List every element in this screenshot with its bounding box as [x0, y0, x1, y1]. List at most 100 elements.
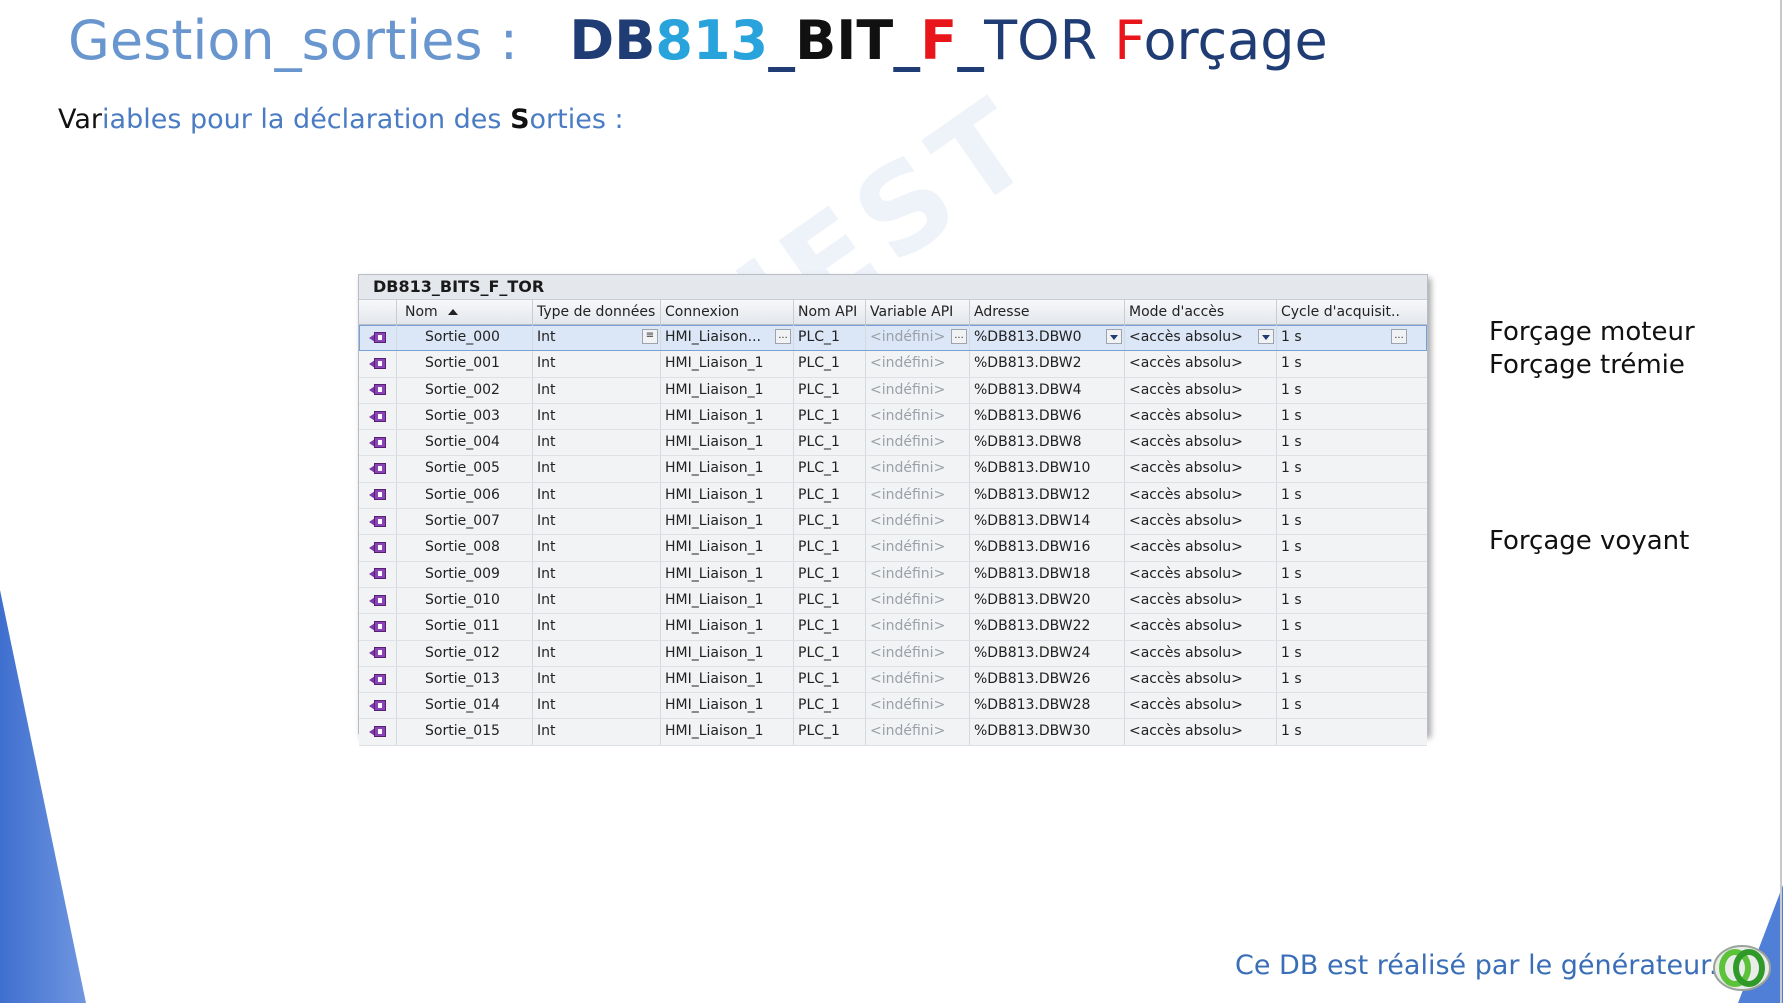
cell-adresse[interactable]: %DB813.DBW28: [970, 693, 1125, 719]
cell-connexion[interactable]: HMI_Liaison_1: [661, 403, 794, 430]
table-row[interactable]: Sortie_001 Int HMI_Liaison_1 PLC_1 <indéfini…: [359, 351, 1427, 378]
cell-mode-acces[interactable]: <accès absolu>: [1125, 561, 1277, 587]
cell-adresse[interactable]: %DB813.DBW18: [970, 561, 1125, 587]
header-nom-api[interactable]: Nom API: [794, 300, 866, 324]
table-row[interactable]: Sortie_003 Int HMI_Liaison_1 PLC_1 <indéfini…: [359, 403, 1427, 431]
cell-connexion[interactable]: HMI_Liaison_1: [661, 693, 794, 719]
ellipsis-button[interactable]: ...: [1391, 329, 1407, 344]
cell-cycle[interactable]: 1 s: [1277, 588, 1409, 613]
cell-type[interactable]: Int: [533, 509, 661, 535]
cell-nom-api[interactable]: PLC_1: [794, 377, 866, 403]
cell-mode-acces[interactable]: <accès absolu>: [1125, 719, 1277, 745]
cell-nom[interactable]: Sortie_001: [397, 351, 533, 377]
cell-adresse[interactable]: %DB813.DBW10: [970, 456, 1125, 482]
cell-nom[interactable]: Sortie_003: [397, 403, 533, 430]
cell-nom-api[interactable]: PLC_1: [794, 719, 866, 745]
ellipsis-button[interactable]: ...: [951, 329, 967, 344]
cell-adresse[interactable]: %DB813.DBW4: [970, 377, 1125, 403]
cell-connexion[interactable]: HMI_Liaison_1: [661, 377, 794, 403]
table-row[interactable]: Sortie_007 Int HMI_Liaison_1 PLC_1 <indéfini…: [359, 509, 1427, 536]
cell-nom[interactable]: Sortie_014: [397, 693, 533, 719]
cell-variable-api[interactable]: <indéfini>: [866, 693, 970, 719]
cell-type[interactable]: Int: [533, 587, 661, 614]
cell-adresse[interactable]: %DB813.DBW6: [970, 403, 1125, 430]
cell-type[interactable]: Int ≡: [533, 325, 661, 351]
cell-connexion[interactable]: HMI_Liaison_1: [661, 666, 794, 693]
table-row[interactable]: Sortie_015 Int HMI_Liaison_1 PLC_1 <indéfini…: [359, 719, 1427, 746]
cell-adresse[interactable]: %DB813.DBW16: [970, 535, 1125, 561]
cell-variable-api[interactable]: <indéfini>: [866, 719, 970, 745]
cell-connexion[interactable]: HMI_Liaison_1: [661, 719, 794, 745]
cell-cycle[interactable]: 1 s: [1277, 456, 1409, 481]
cell-type[interactable]: Int: [533, 666, 661, 693]
chevron-down-icon[interactable]: [1258, 329, 1274, 344]
cell-variable-api[interactable]: <indéfini>: [866, 403, 970, 430]
cell-variable-api[interactable]: <indéfini>: [866, 351, 970, 377]
cell-mode-acces[interactable]: <accès absolu>: [1125, 640, 1277, 666]
cell-variable-api[interactable]: <indéfini>: [866, 509, 970, 535]
cell-connexion[interactable]: HMI_Liaison_1: [661, 535, 794, 561]
cell-adresse[interactable]: %DB813.DBW2: [970, 351, 1125, 377]
cell-variable-api[interactable]: <indéfini>: [866, 561, 970, 587]
header-nom[interactable]: Nom: [397, 300, 533, 324]
cell-variable-api[interactable]: <indéfini>: [866, 640, 970, 666]
cell-mode-acces[interactable]: <accès absolu>: [1125, 587, 1277, 614]
table-row[interactable]: Sortie_012 Int HMI_Liaison_1 PLC_1 <indéfini…: [359, 640, 1427, 667]
header-adresse[interactable]: Adresse: [970, 300, 1125, 324]
cell-variable-api[interactable]: <indéfini>: [866, 587, 970, 614]
cell-variable-api[interactable]: <indéfini>...: [866, 325, 970, 351]
cell-type[interactable]: Int: [533, 403, 661, 430]
cell-nom-api[interactable]: PLC_1: [794, 587, 866, 614]
cell-nom-api[interactable]: PLC_1: [794, 693, 866, 719]
cell-connexion[interactable]: HMI_Liaison_1: [661, 482, 794, 509]
header-mode-acces[interactable]: Mode d'accès: [1125, 300, 1277, 324]
header-connexion[interactable]: Connexion: [661, 300, 794, 324]
table-row[interactable]: Sortie_004 Int HMI_Liaison_1 PLC_1 <indéfini…: [359, 430, 1427, 457]
table-row[interactable]: Sortie_009 Int HMI_Liaison_1 PLC_1 <indéfini…: [359, 561, 1427, 588]
table-row[interactable]: Sortie_014 Int HMI_Liaison_1 PLC_1 <indéfini…: [359, 693, 1427, 720]
cell-connexion[interactable]: HMI_Liaison_1: [661, 640, 794, 666]
cell-cycle[interactable]: 1 s: [1277, 562, 1409, 587]
cell-nom[interactable]: Sortie_004: [397, 430, 533, 456]
ellipsis-button[interactable]: ...: [775, 329, 791, 344]
cell-connexion[interactable]: HMI_Liaison_1: [661, 561, 794, 587]
cell-mode-acces[interactable]: <accès absolu>: [1125, 456, 1277, 482]
cell-mode-acces[interactable]: <accès absolu>: [1125, 403, 1277, 430]
cell-nom-api[interactable]: PLC_1: [794, 561, 866, 587]
cell-type[interactable]: Int: [533, 456, 661, 482]
cell-type[interactable]: Int: [533, 377, 661, 403]
table-row[interactable]: Sortie_008 Int HMI_Liaison_1 PLC_1 <indéfini…: [359, 535, 1427, 562]
cell-adresse[interactable]: %DB813.DBW22: [970, 614, 1125, 640]
cell-mode-acces[interactable]: <accès absolu>: [1125, 614, 1277, 640]
cell-cycle[interactable]: 1 s: [1277, 430, 1409, 455]
cell-cycle[interactable]: 1 s: [1277, 667, 1409, 692]
cell-adresse[interactable]: %DB813.DBW30: [970, 719, 1125, 745]
table-row[interactable]: Sortie_010 Int HMI_Liaison_1 PLC_1 <indéfini…: [359, 587, 1427, 615]
cell-connexion[interactable]: HMI_Liaison_1: [661, 614, 794, 640]
cell-nom[interactable]: Sortie_013: [397, 666, 533, 693]
table-row[interactable]: Sortie_006 Int HMI_Liaison_1 PLC_1 <indéfini…: [359, 482, 1427, 510]
cell-cycle[interactable]: 1 s: [1277, 404, 1409, 429]
cell-cycle[interactable]: 1 s: [1277, 641, 1409, 666]
table-row[interactable]: Sortie_000 Int ≡ HMI_Liaison...... PLC_1 <ind…: [359, 325, 1427, 352]
cell-nom[interactable]: Sortie_012: [397, 640, 533, 666]
cell-nom[interactable]: Sortie_000: [397, 325, 533, 351]
cell-connexion[interactable]: HMI_Liaison_1: [661, 587, 794, 614]
cell-variable-api[interactable]: <indéfini>: [866, 614, 970, 640]
cell-variable-api[interactable]: <indéfini>: [866, 535, 970, 561]
cell-cycle[interactable]: 1 s: [1277, 483, 1409, 508]
cell-variable-api[interactable]: <indéfini>: [866, 430, 970, 456]
cell-nom-api[interactable]: PLC_1: [794, 351, 866, 377]
cell-connexion[interactable]: HMI_Liaison_1: [661, 430, 794, 456]
cell-cycle[interactable]: 1 s: [1277, 719, 1409, 744]
cell-mode-acces[interactable]: <accès absolu>: [1125, 377, 1277, 403]
cell-nom[interactable]: Sortie_010: [397, 587, 533, 614]
cell-nom-api[interactable]: PLC_1: [794, 482, 866, 509]
cell-nom[interactable]: Sortie_011: [397, 614, 533, 640]
type-list-icon[interactable]: ≡: [642, 329, 658, 344]
table-row[interactable]: Sortie_002 Int HMI_Liaison_1 PLC_1 <indéfini…: [359, 377, 1427, 404]
cell-connexion[interactable]: HMI_Liaison_1: [661, 456, 794, 482]
cell-mode-acces[interactable]: <accès absolu>: [1125, 351, 1277, 377]
cell-nom[interactable]: Sortie_002: [397, 377, 533, 403]
header-type[interactable]: Type de données: [533, 300, 661, 324]
